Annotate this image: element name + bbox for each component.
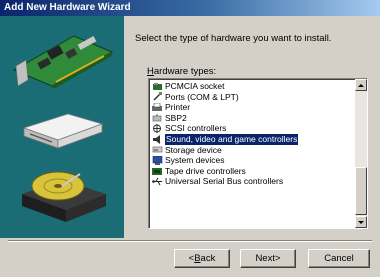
list-item-pcmcia-socket[interactable]: PCMCIA socket (151, 81, 351, 92)
pcmcia-socket-icon (152, 82, 163, 91)
printer-icon (152, 102, 163, 112)
cancel-label: Cancel (324, 253, 354, 264)
next-button[interactable]: Next > (240, 249, 296, 268)
listbox-vertical-scrollbar[interactable] (355, 79, 367, 228)
list-item-label: System devices (165, 155, 225, 166)
instruction-text: Select the type of hardware you want to … (135, 33, 332, 44)
tape-drive-icon (152, 167, 163, 176)
list-item-label: SBP2 (165, 112, 187, 123)
add-new-hardware-wizard-window: Add New Hardware Wizard Select the type … (0, 0, 380, 277)
scsi-controller-icon (152, 124, 163, 134)
cancel-button[interactable]: Cancel (308, 249, 370, 268)
label-rest: ardware types: (153, 66, 217, 77)
list-item-printer[interactable]: Printer (151, 102, 351, 113)
list-item-ports[interactable]: Ports (COM & LPT) (151, 92, 351, 103)
wizard-side-panel (0, 16, 124, 238)
usb-icon (152, 177, 163, 186)
list-item-sbp2[interactable]: SBP2 (151, 113, 351, 124)
expansion-card-icon (12, 35, 114, 88)
hardware-types-label: Hardware types: (147, 66, 216, 77)
hardware-types-listbox[interactable]: PCMCIA socket Ports (COM & LPT) Printer … (148, 78, 368, 229)
scroll-up-button[interactable] (355, 79, 367, 91)
back-button[interactable]: < Back (174, 249, 230, 268)
scroll-thumb[interactable] (355, 167, 367, 215)
system-device-icon (152, 155, 163, 165)
footer-separator (8, 240, 372, 242)
arrow-up-icon (358, 83, 364, 87)
next-suffix: > (274, 253, 281, 264)
back-rest: ack (200, 253, 216, 264)
window-title: Add New Hardware Wizard (4, 2, 131, 13)
list-item-label: Storage device (165, 144, 222, 155)
list-items: PCMCIA socket Ports (COM & LPT) Printer … (151, 81, 351, 187)
sbp2-device-icon (152, 113, 163, 123)
list-item-label: Universal Serial Bus controllers (165, 176, 284, 187)
sound-speaker-icon (152, 134, 163, 144)
list-item-label: Printer (165, 102, 191, 113)
arrow-down-icon (358, 220, 364, 224)
list-item-label: PCMCIA socket (165, 81, 225, 91)
label-accelerator: H (147, 66, 154, 77)
storage-device-icon (152, 145, 163, 154)
list-item-label: Sound, video and game controllers (165, 133, 299, 145)
next-label: Next (255, 253, 275, 264)
list-item-label: SCSI controllers (165, 123, 227, 134)
scroll-down-button[interactable] (355, 216, 367, 228)
list-item-storage-device[interactable]: Storage device (151, 145, 351, 156)
list-item-tape-drive-controllers[interactable]: Tape drive controllers (151, 166, 351, 177)
list-item-system-devices[interactable]: System devices (151, 155, 351, 166)
list-item-scsi-controllers[interactable]: SCSI controllers (151, 123, 351, 134)
list-item-sound-video-game[interactable]: Sound, video and game controllers (151, 133, 351, 145)
disk-drive-icon (22, 113, 104, 149)
list-item-usb-controllers[interactable]: Universal Serial Bus controllers (151, 176, 351, 187)
list-item-label: Ports (COM & LPT) (165, 91, 239, 102)
list-item-label: Tape drive controllers (165, 165, 246, 176)
title-bar[interactable]: Add New Hardware Wizard (0, 0, 380, 16)
hard-disk-icon (22, 171, 106, 222)
port-connector-icon (152, 92, 163, 101)
